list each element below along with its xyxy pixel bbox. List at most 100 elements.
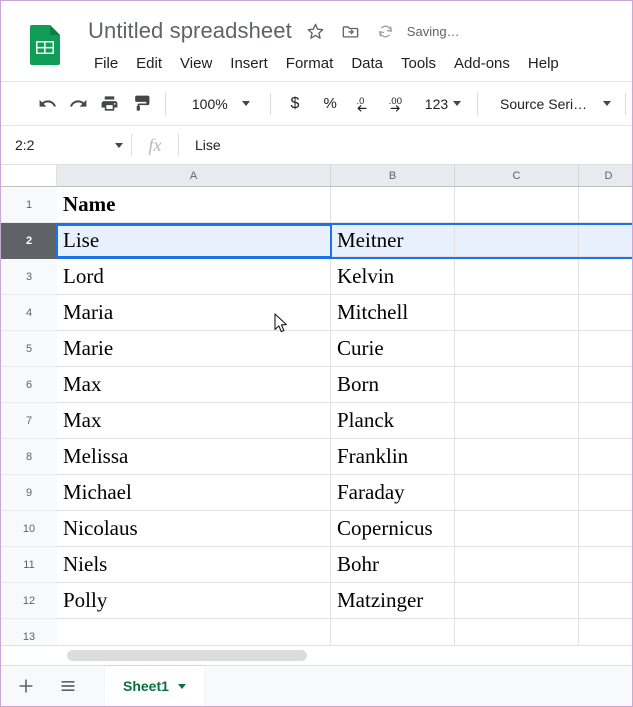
zoom-control[interactable]: 100%	[186, 91, 256, 117]
cell-b11[interactable]: Bohr	[331, 547, 455, 583]
cell-c9[interactable]	[455, 475, 579, 511]
cell-c6[interactable]	[455, 367, 579, 403]
more-formats-button[interactable]: 123	[419, 91, 467, 117]
cell-b4[interactable]: Mitchell	[331, 295, 455, 331]
add-sheet-button[interactable]	[9, 669, 43, 703]
format-percent-button[interactable]: %	[317, 91, 342, 117]
cell-d10[interactable]	[579, 511, 632, 547]
cell-a12[interactable]: Polly	[57, 583, 331, 619]
row-header-10[interactable]: 10	[1, 511, 57, 547]
menu-add-ons[interactable]: Add-ons	[445, 52, 519, 75]
cell-a1[interactable]: Name	[57, 187, 331, 223]
name-box[interactable]: 2:2	[1, 125, 131, 165]
star-icon[interactable]	[302, 17, 330, 45]
cell-d9[interactable]	[579, 475, 632, 511]
font-family-selector[interactable]: Source Seri…	[494, 91, 617, 117]
menu-help[interactable]: Help	[519, 52, 568, 75]
cell-c2[interactable]	[455, 225, 579, 257]
row-header-8[interactable]: 8	[1, 439, 57, 475]
cell-a8[interactable]: Melissa	[57, 439, 331, 475]
column-header-c[interactable]: C	[455, 165, 579, 186]
cell-c3[interactable]	[455, 259, 579, 295]
paint-format-icon[interactable]	[129, 89, 154, 119]
menu-data[interactable]: Data	[342, 52, 392, 75]
row-header-2[interactable]: 2	[1, 223, 57, 259]
cell-d2[interactable]	[579, 225, 632, 257]
menu-format[interactable]: Format	[277, 52, 343, 75]
column-header-b[interactable]: B	[331, 165, 455, 186]
cell-b6[interactable]: Born	[331, 367, 455, 403]
cell-c8[interactable]	[455, 439, 579, 475]
cell-a5[interactable]: Marie	[57, 331, 331, 367]
cell-d12[interactable]	[579, 583, 632, 619]
cell-c12[interactable]	[455, 583, 579, 619]
row-header-6[interactable]: 6	[1, 367, 57, 403]
cell-d8[interactable]	[579, 439, 632, 475]
cell-b8[interactable]: Franklin	[331, 439, 455, 475]
undo-icon[interactable]	[34, 89, 59, 119]
cell-d1[interactable]	[579, 187, 632, 223]
all-sheets-button[interactable]	[51, 669, 85, 703]
menu-tools[interactable]: Tools	[392, 52, 445, 75]
cell-c13[interactable]	[455, 619, 579, 645]
menu-file[interactable]: File	[85, 52, 127, 75]
row-header-3[interactable]: 3	[1, 259, 57, 295]
cell-c4[interactable]	[455, 295, 579, 331]
decrease-decimal-button[interactable]: .0	[353, 89, 379, 119]
row-header-4[interactable]: 4	[1, 295, 57, 331]
cell-b9[interactable]: Faraday	[331, 475, 455, 511]
cell-b13[interactable]	[331, 619, 455, 645]
row-header-13[interactable]: 13	[1, 619, 57, 645]
horizontal-scrollbar-thumb[interactable]	[67, 650, 307, 661]
row-header-5[interactable]: 5	[1, 331, 57, 367]
cell-d3[interactable]	[579, 259, 632, 295]
cell-c5[interactable]	[455, 331, 579, 367]
cell-b3[interactable]: Kelvin	[331, 259, 455, 295]
cell-b12[interactable]: Matzinger	[331, 583, 455, 619]
formula-input[interactable]: Lise	[179, 125, 632, 165]
menu-view[interactable]: View	[171, 52, 221, 75]
cell-b1[interactable]	[331, 187, 455, 223]
move-to-folder-icon[interactable]	[337, 17, 365, 45]
redo-icon[interactable]	[66, 89, 91, 119]
cell-d6[interactable]	[579, 367, 632, 403]
cell-b2[interactable]: Meitner	[331, 225, 455, 257]
row-header-7[interactable]: 7	[1, 403, 57, 439]
select-all-corner[interactable]	[1, 165, 57, 187]
cell-d5[interactable]	[579, 331, 632, 367]
sheet-tab-sheet1[interactable]: Sheet1	[105, 665, 204, 706]
cell-a10[interactable]: Nicolaus	[57, 511, 331, 547]
menu-edit[interactable]: Edit	[127, 52, 171, 75]
cell-a3[interactable]: Lord	[57, 259, 331, 295]
function-icon[interactable]: fx	[132, 125, 178, 165]
row-header-9[interactable]: 9	[1, 475, 57, 511]
cell-c7[interactable]	[455, 403, 579, 439]
row-header-1[interactable]: 1	[1, 187, 57, 223]
cell-a11[interactable]: Niels	[57, 547, 331, 583]
chevron-down-icon[interactable]	[177, 683, 186, 689]
menu-insert[interactable]: Insert	[221, 52, 277, 75]
cell-a2[interactable]: Lise	[56, 224, 332, 258]
row-header-12[interactable]: 12	[1, 583, 57, 619]
cell-a9[interactable]: Michael	[57, 475, 331, 511]
document-title[interactable]: Untitled spreadsheet	[85, 16, 295, 46]
cell-a4[interactable]: Maria	[57, 295, 331, 331]
cell-d4[interactable]	[579, 295, 632, 331]
cell-b5[interactable]: Curie	[331, 331, 455, 367]
column-header-d[interactable]: D	[579, 165, 632, 186]
cell-d7[interactable]	[579, 403, 632, 439]
cell-c1[interactable]	[455, 187, 579, 223]
cell-a7[interactable]: Max	[57, 403, 331, 439]
format-currency-button[interactable]: $	[285, 91, 306, 117]
increase-decimal-button[interactable]: .00	[386, 89, 414, 119]
print-icon[interactable]	[97, 89, 122, 119]
cell-c11[interactable]	[455, 547, 579, 583]
cell-d11[interactable]	[579, 547, 632, 583]
cell-b10[interactable]: Copernicus	[331, 511, 455, 547]
column-header-a[interactable]: A	[57, 165, 331, 186]
cell-a13[interactable]	[57, 619, 331, 645]
cell-a6[interactable]: Max	[57, 367, 331, 403]
cell-d13[interactable]	[579, 619, 632, 645]
row-header-11[interactable]: 11	[1, 547, 57, 583]
cell-b7[interactable]: Planck	[331, 403, 455, 439]
